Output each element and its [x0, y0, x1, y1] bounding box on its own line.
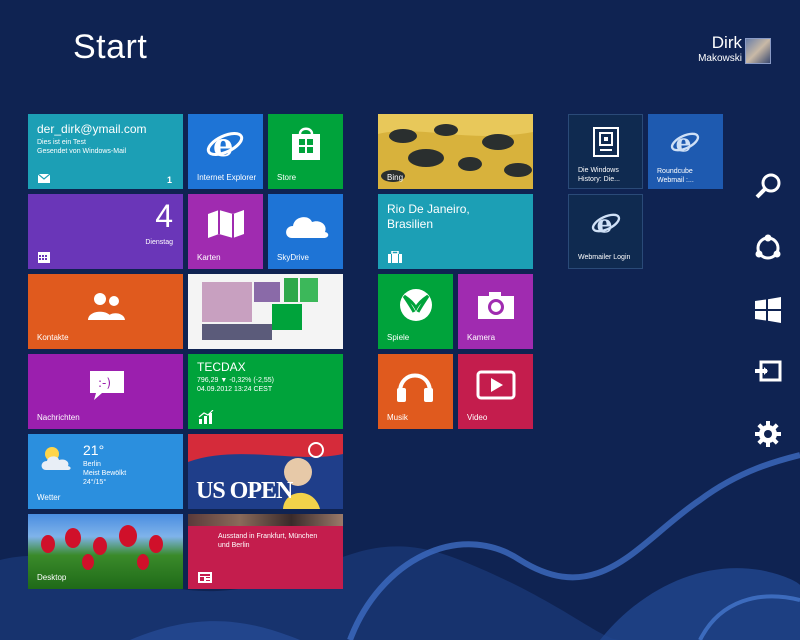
tile-karten[interactable]: Karten: [188, 194, 263, 269]
tile-store[interactable]: Store: [268, 114, 343, 189]
xbox-controller-icon: [400, 289, 432, 321]
tile-bing-label: Bing: [387, 173, 404, 182]
tile-spiele[interactable]: Spiele: [378, 274, 453, 349]
mail-subject: Dies ist ein Test: [37, 139, 86, 146]
tile-desktop[interactable]: Desktop: [28, 514, 183, 589]
calendar-icon: [38, 252, 50, 263]
weather-city: Berlin: [83, 461, 101, 468]
preview-thumb-3: [284, 278, 298, 302]
tile-windows-history[interactable]: Die Windows History: Die...: [568, 114, 643, 189]
svg-text::-): :-): [98, 376, 111, 390]
user-last-name: Makowski: [698, 53, 742, 64]
tile-video-label: Video: [467, 413, 488, 422]
tile-webmailer[interactable]: e Webmailer Login: [568, 194, 643, 269]
weather-range: 24°/15°: [83, 479, 107, 486]
ie-icon: e: [591, 209, 621, 237]
user-first-name: Dirk: [711, 33, 742, 52]
news-headline: Ausstand in Frankfurt, München und Berli…: [218, 533, 318, 549]
page-title: Start: [73, 28, 148, 66]
ie-icon: e: [206, 126, 244, 162]
tile-weather[interactable]: 21° Berlin Meist Bewölkt 24°/15° Wetter: [28, 434, 183, 509]
finance-chart-icon: [198, 410, 214, 424]
preview-thumb-4: [300, 278, 318, 302]
tile-mail[interactable]: der_dirk@ymail.com Dies ist ein Test Ges…: [28, 114, 183, 189]
suitcase-icon: [388, 251, 402, 263]
website-icon: [593, 127, 619, 157]
finance-quote: 796,29 ▼ -0,32% (-2,55): [197, 377, 274, 384]
user-account[interactable]: Dirk Makowski: [698, 34, 742, 66]
tile-desktop-label: Desktop: [37, 573, 67, 582]
tile-internet-explorer[interactable]: e Internet Explorer: [188, 114, 263, 189]
weather-temp: 21°: [83, 442, 105, 458]
settings-gear-icon[interactable]: [754, 420, 782, 448]
devices-icon[interactable]: [754, 358, 782, 386]
preview-thumb-5: [272, 304, 302, 330]
finance-datetime: 04.09.2012 13:24 CEST: [197, 386, 273, 393]
store-icon: [292, 127, 320, 160]
share-icon[interactable]: [754, 234, 782, 262]
tile-ie-label: Internet Explorer: [197, 173, 257, 182]
tile-roundcube[interactable]: e Roundcube Webmail :...: [648, 114, 723, 189]
windows-start-icon[interactable]: [754, 296, 782, 324]
tile-nachrichten[interactable]: :-) Nachrichten: [28, 354, 183, 429]
tile-nachrichten-label: Nachrichten: [37, 413, 80, 422]
weather-cloud-sun-icon: [41, 447, 71, 470]
tile-news[interactable]: Ausstand in Frankfurt, München und Berli…: [188, 514, 343, 589]
tile-sport[interactable]: US OPEN: [188, 434, 343, 509]
newspaper-icon: [198, 572, 212, 583]
weather-condition: Meist Bewölkt: [83, 470, 127, 477]
tile-calendar[interactable]: 4 Dienstag: [28, 194, 183, 269]
tile-musik-label: Musik: [387, 413, 408, 422]
calendar-day: 4: [155, 198, 173, 234]
tile-kamera[interactable]: Kamera: [458, 274, 533, 349]
tile-travel[interactable]: Rio De Janeiro, Brasilien: [378, 194, 533, 269]
tile-roundcube-label: Roundcube Webmail :...: [657, 168, 694, 184]
play-icon: [476, 370, 516, 400]
charms-bar: [748, 0, 788, 640]
ie-icon: e: [670, 128, 700, 156]
tile-finance[interactable]: TECDAX 796,29 ▼ -0,32% (-2,55) 04.09.201…: [188, 354, 343, 429]
tile-bing[interactable]: Bing: [378, 114, 533, 189]
tile-karten-label: Karten: [197, 253, 221, 262]
people-icon: [88, 293, 125, 320]
search-icon[interactable]: [754, 172, 782, 200]
mail-address: der_dirk@ymail.com: [37, 122, 147, 136]
tile-kamera-label: Kamera: [467, 333, 496, 342]
mail-body: Gesendet von Windows-Mail: [37, 148, 127, 155]
preview-thumb-6: [202, 324, 272, 340]
tile-spiele-label: Spiele: [387, 333, 410, 342]
tile-store-label: Store: [277, 173, 297, 182]
mail-count: 1: [166, 175, 172, 185]
tile-weather-label: Wetter: [37, 493, 61, 502]
finance-index: TECDAX: [197, 360, 246, 374]
tile-kontakte-label: Kontakte: [37, 333, 69, 342]
svg-text:e: e: [676, 128, 692, 156]
svg-text:e: e: [213, 126, 233, 162]
svg-text:e: e: [597, 209, 613, 237]
messaging-icon: :-): [90, 371, 124, 400]
headphones-icon: [397, 373, 433, 402]
tile-kontakte[interactable]: Kontakte: [28, 274, 183, 349]
tile-webmailer-label: Webmailer Login: [578, 254, 631, 261]
tile-windows-history-label: Die Windows History: Die...: [578, 167, 621, 183]
news-photo: [188, 514, 343, 526]
preview-thumb-2: [254, 282, 280, 302]
calendar-weekday: Dienstag: [145, 239, 173, 246]
tile-skydrive[interactable]: SkyDrive: [268, 194, 343, 269]
cloud-icon: [286, 217, 329, 238]
tile-store-preview[interactable]: [188, 274, 343, 349]
camera-icon: [478, 292, 514, 319]
mail-icon: [38, 174, 50, 183]
tile-skydrive-label: SkyDrive: [277, 253, 310, 262]
travel-destination: Rio De Janeiro, Brasilien: [387, 202, 470, 231]
sport-headline: US OPEN: [196, 478, 293, 504]
maps-icon: [208, 210, 244, 238]
preview-thumb-1: [202, 282, 252, 322]
tile-musik[interactable]: Musik: [378, 354, 453, 429]
tile-video[interactable]: Video: [458, 354, 533, 429]
